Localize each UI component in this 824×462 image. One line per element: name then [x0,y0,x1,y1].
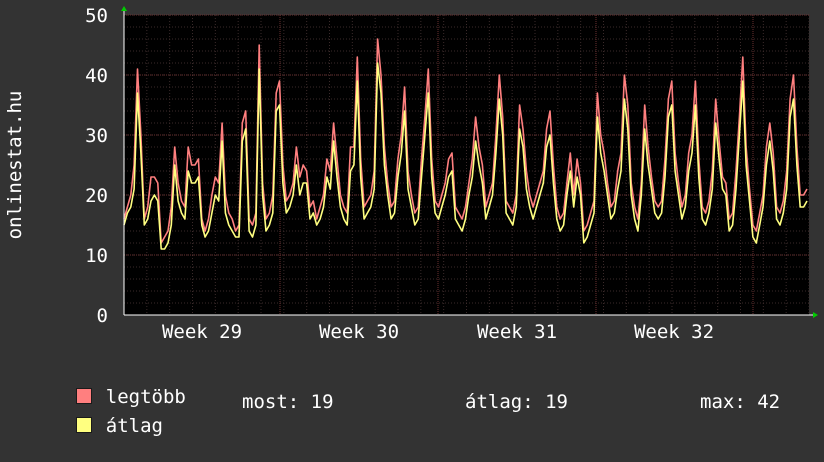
y-tick-label: 20 [85,185,108,207]
y-axis-label: onlinestat.hu [4,91,26,240]
stat-max: max: 42 [700,391,781,413]
y-axis-arrow [121,6,127,11]
stat-atlag: átlag: 19 [465,391,568,413]
y-tick-label: 50 [85,5,108,27]
x-tick-label: Week 31 [477,321,557,343]
y-tick-label: 10 [85,245,108,267]
x-tick-label: Week 30 [319,321,399,343]
legend-item-legtobb: legtöbb [30,361,186,408]
atlag-swatch [75,417,92,433]
line-chart: 01020304050Week 29 Week 30 Week 31 Week 32 … [4,5,818,343]
y-tick-label: 0 [97,305,108,327]
y-tick-label: 30 [85,125,108,147]
legend-item-atlag: átlag [30,390,163,437]
x-tick-label: Week 29 [162,321,242,343]
x-axis-arrow [813,312,818,318]
x-tick-label: Week 32 [634,321,714,343]
legend-label-atlag: átlag [105,415,163,437]
y-tick-label: 40 [85,65,108,87]
chart-panel: 0 10 20 30 40 50 Week 29 Week 30 Week 31 Week 32 … [0,0,824,437]
stat-most: most: 19 [242,391,334,413]
